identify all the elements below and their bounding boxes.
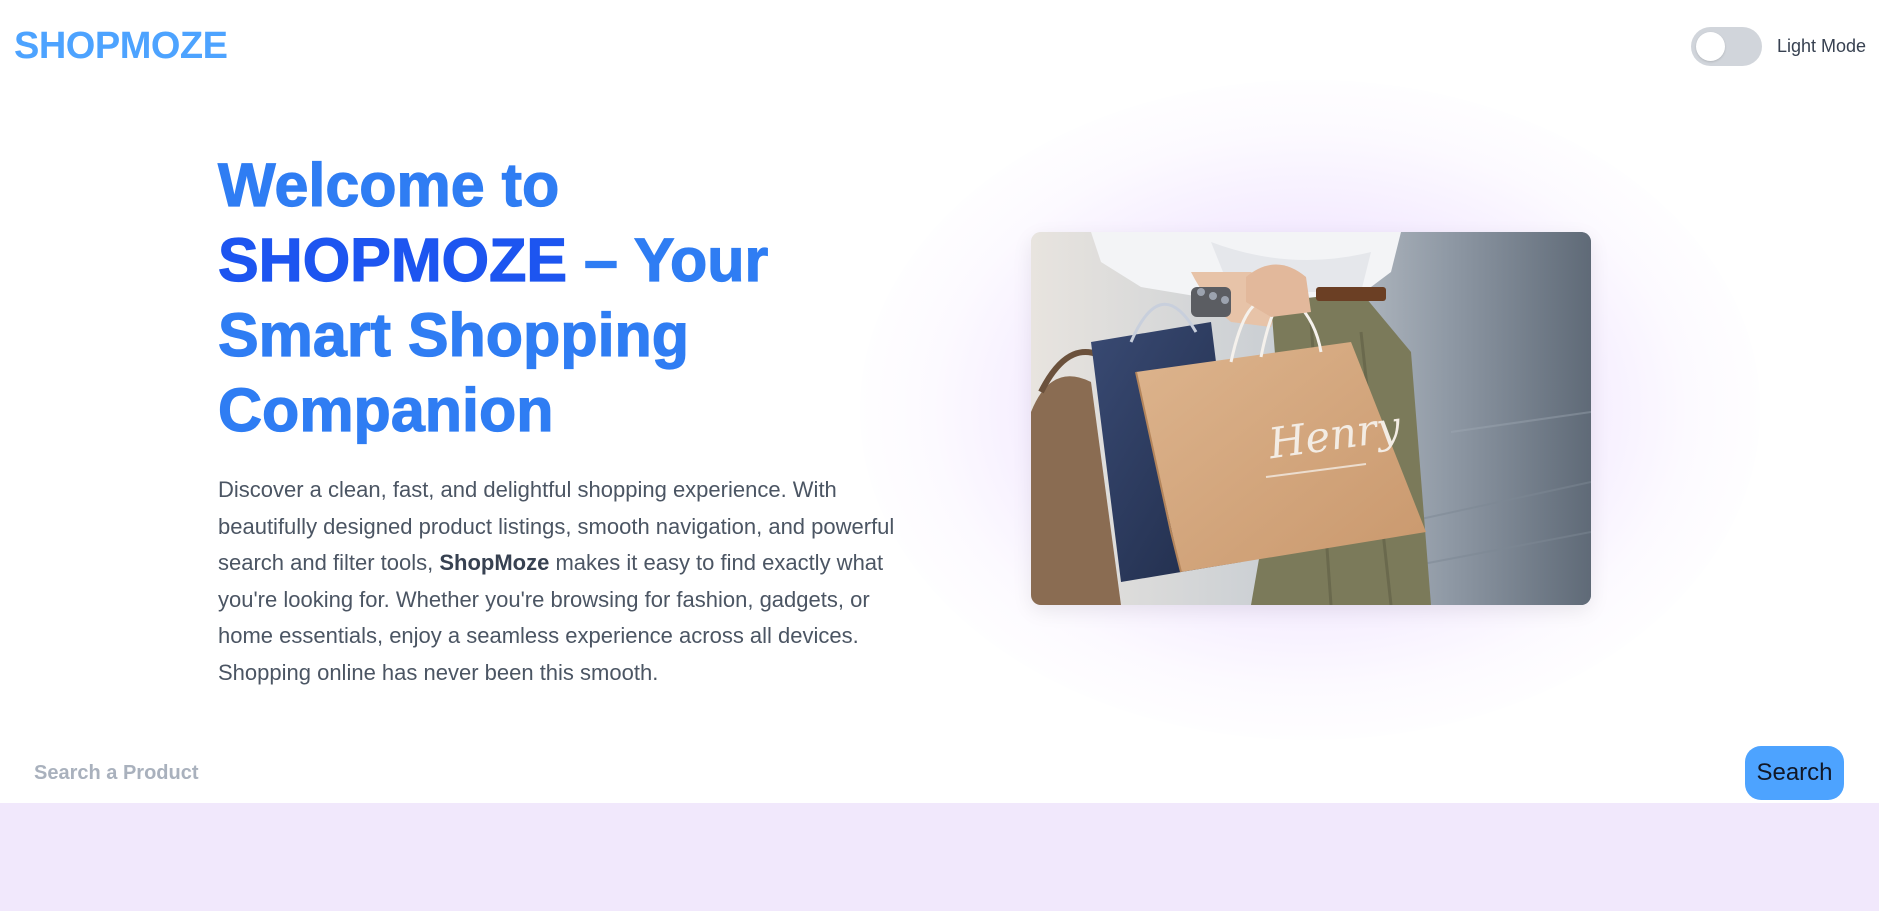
toggle-knob [1696,32,1725,61]
search-button[interactable]: Search [1745,746,1844,800]
search-input[interactable] [20,750,1720,796]
hero-image: Henry [1031,232,1591,605]
hero-description: Discover a clean, fast, and delightful s… [218,472,918,692]
search-bar: Search [0,743,1879,803]
hero-title: Welcome to SHOPMOZE – Your Smart Shoppin… [217,148,858,448]
page: SHOPMOZE Light Mode Welcome to SHOPMOZE … [0,0,1879,911]
hero-description-brand: ShopMoze [439,550,550,576]
logo[interactable]: SHOPMOZE [14,24,228,68]
shopping-bags-illustration: Henry [1031,232,1591,605]
hero-title-intro: Welcome to [217,150,560,219]
content-area [0,803,1879,911]
header: SHOPMOZE Light Mode [0,0,1879,92]
hero-title-brand: SHOPMOZE [217,225,568,294]
theme-toggle-label: Light Mode [1777,36,1867,56]
theme-toggle[interactable] [1691,27,1762,66]
